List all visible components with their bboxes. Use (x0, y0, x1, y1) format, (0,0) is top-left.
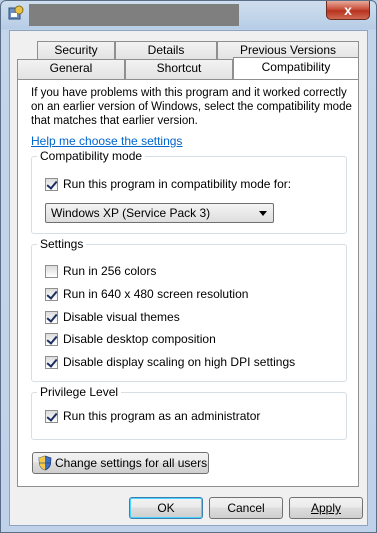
checkbox-label: Disable visual themes (63, 310, 180, 324)
tab-label: Previous Versions (239, 43, 337, 57)
chevron-down-icon (259, 211, 267, 216)
settings-group: Settings Run in 256 colors Run in 640 x … (31, 237, 347, 382)
tab-compatibility[interactable]: Compatibility (233, 57, 359, 79)
privilege-checkbox-row[interactable]: Run this program as an administrator (45, 408, 260, 424)
tab-general[interactable]: General (17, 59, 125, 79)
setting-row[interactable]: Run in 640 x 480 screen resolution (45, 286, 248, 302)
help-link[interactable]: Help me choose the settings (31, 134, 182, 148)
compatibility-panel: If you have problems with this program a… (17, 79, 359, 487)
tab-shortcut[interactable]: Shortcut (125, 59, 233, 79)
run-640x480-checkbox[interactable] (45, 287, 58, 301)
close-icon: x (344, 2, 352, 18)
disable-desktop-composition-checkbox[interactable] (45, 332, 58, 346)
button-label: Change settings for all users (55, 456, 208, 470)
properties-window: x Security Details Previous Versions Gen… (0, 0, 377, 533)
tab-security[interactable]: Security (37, 41, 115, 59)
title-bar[interactable]: x (1, 1, 376, 27)
os-version-dropdown[interactable]: Windows XP (Service Pack 3) (45, 203, 274, 223)
checkbox-label: Run in 256 colors (63, 264, 157, 278)
selected-os: Windows XP (Service Pack 3) (51, 206, 211, 220)
close-button[interactable]: x (326, 1, 370, 20)
checkbox-label: Disable desktop composition (63, 332, 216, 346)
change-settings-all-users-button[interactable]: Change settings for all users (32, 452, 209, 474)
setting-row[interactable]: Disable visual themes (45, 309, 180, 325)
intro-text: If you have problems with this program a… (31, 87, 352, 127)
disable-dpi-scaling-checkbox[interactable] (45, 355, 58, 369)
tab-label: Compatibility (261, 60, 331, 74)
setting-row[interactable]: Run in 256 colors (45, 263, 156, 279)
uac-shield-icon (38, 455, 52, 471)
tab-label: Details (147, 43, 185, 57)
checkbox-label: Run this program as an administrator (63, 409, 261, 423)
group-title: Compatibility mode (37, 149, 146, 163)
checkbox-label: Disable display scaling on high DPI sett… (63, 355, 296, 369)
tab-label: Security (54, 43, 98, 57)
checkbox-label: Run this program in compatibility mode f… (63, 177, 292, 191)
setting-row[interactable]: Disable desktop composition (45, 331, 216, 347)
dialog-client-area: Security Details Previous Versions Gener… (9, 30, 368, 526)
compat-mode-checkbox[interactable] (45, 177, 58, 191)
group-title: Privilege Level (37, 385, 122, 399)
apply-button[interactable]: Apply (289, 497, 363, 519)
setting-row[interactable]: Disable display scaling on high DPI sett… (45, 354, 295, 370)
button-label: Cancel (227, 501, 265, 515)
button-label: OK (157, 501, 175, 515)
window-title-redacted (29, 4, 239, 26)
run-256-colors-checkbox[interactable] (45, 264, 58, 278)
button-label: Apply (310, 501, 342, 515)
privilege-level-group: Privilege Level Run this program as an a… (31, 385, 347, 440)
tab-label: General (49, 61, 93, 75)
checkbox-label: Run in 640 x 480 screen resolution (63, 287, 249, 301)
compat-mode-checkbox-row[interactable]: Run this program in compatibility mode f… (45, 176, 291, 192)
cancel-button[interactable]: Cancel (209, 497, 283, 519)
ok-button[interactable]: OK (129, 497, 203, 519)
app-icon (8, 5, 24, 20)
group-title: Settings (37, 237, 87, 251)
disable-visual-themes-checkbox[interactable] (45, 310, 58, 324)
tab-details[interactable]: Details (115, 41, 217, 59)
tab-label: Shortcut (156, 61, 202, 75)
compatibility-mode-group: Compatibility mode Run this program in c… (31, 149, 347, 234)
run-as-admin-checkbox[interactable] (45, 409, 58, 423)
